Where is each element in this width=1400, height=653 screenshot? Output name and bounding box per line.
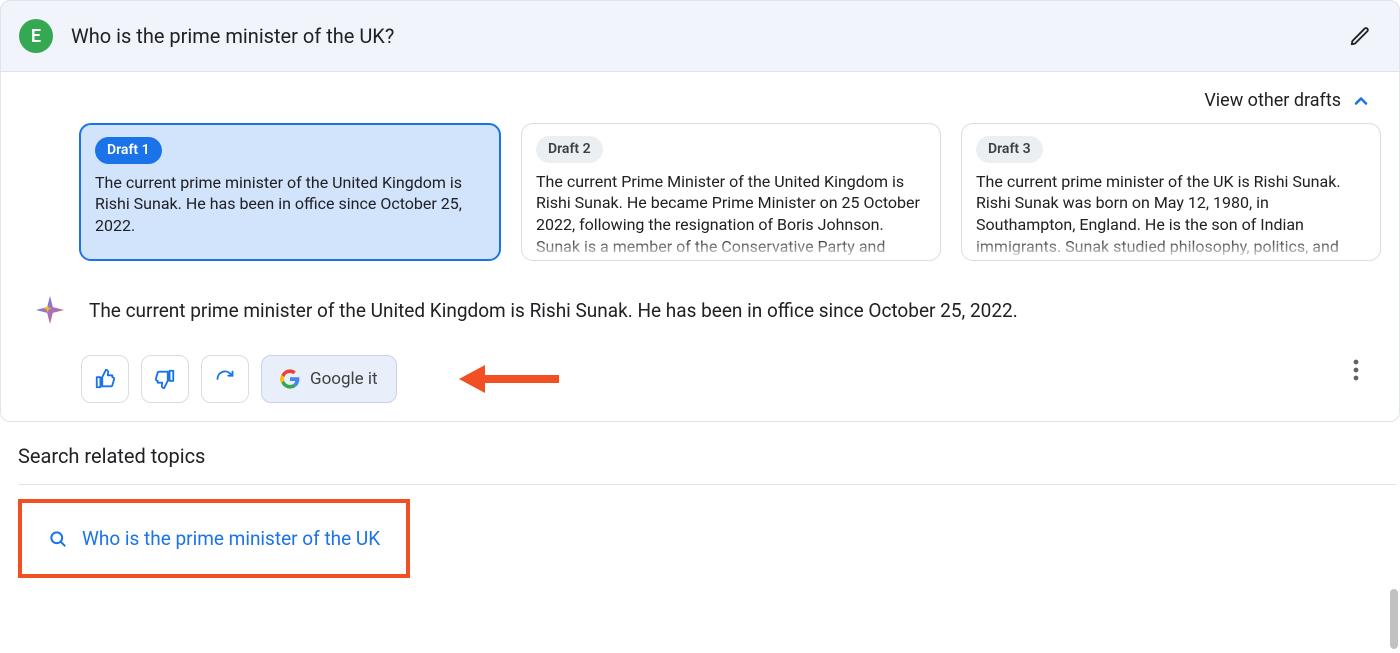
more-options-button[interactable] xyxy=(1341,355,1371,385)
chevron-up-icon xyxy=(1351,91,1371,111)
draft-body: The current Prime Minister of the United… xyxy=(536,171,926,261)
sparkle-icon xyxy=(33,293,67,327)
drafts-header-label: View other drafts xyxy=(1204,90,1341,111)
fade-overlay xyxy=(81,237,499,259)
related-search-link[interactable]: Who is the prime minister of the UK xyxy=(48,527,380,550)
prompt-bar: E Who is the prime minister of the UK? xyxy=(0,0,1400,72)
actions-row: Google it xyxy=(19,337,1381,403)
divider xyxy=(18,484,1396,485)
pencil-icon xyxy=(1349,25,1371,47)
draft-body: The current prime minister of the United… xyxy=(95,172,485,237)
edit-prompt-button[interactable] xyxy=(1343,19,1377,53)
scrollbar-thumb[interactable] xyxy=(1390,589,1398,649)
draft-card-1[interactable]: Draft 1 The current prime minister of th… xyxy=(79,123,501,261)
draft-chip: Draft 3 xyxy=(976,136,1043,163)
google-logo-icon xyxy=(280,369,300,389)
draft-chip: Draft 1 xyxy=(95,137,162,164)
thumbs-up-button[interactable] xyxy=(81,355,129,403)
related-section: Search related topics Who is the prime m… xyxy=(0,422,1400,578)
response-card: View other drafts Draft 1 The current pr… xyxy=(0,72,1400,422)
answer-text: The current prime minister of the United… xyxy=(89,293,1018,325)
answer-row: The current prime minister of the United… xyxy=(19,269,1381,337)
prompt-text: Who is the prime minister of the UK? xyxy=(71,24,394,48)
drafts-toggle[interactable]: View other drafts xyxy=(19,86,1381,123)
related-link-text: Who is the prime minister of the UK xyxy=(82,527,380,550)
thumbs-down-button[interactable] xyxy=(141,355,189,403)
thumbs-up-icon xyxy=(94,368,116,390)
refresh-icon xyxy=(215,369,235,389)
draft-chip: Draft 2 xyxy=(536,136,603,163)
drafts-row: Draft 1 The current prime minister of th… xyxy=(19,123,1381,269)
google-it-label: Google it xyxy=(310,369,378,389)
regenerate-button[interactable] xyxy=(201,355,249,403)
more-vertical-icon xyxy=(1353,359,1359,381)
annotation-arrow xyxy=(459,361,559,397)
google-it-button[interactable]: Google it xyxy=(261,355,397,403)
draft-card-2[interactable]: Draft 2 The current Prime Minister of th… xyxy=(521,123,941,261)
annotation-highlight-box: Who is the prime minister of the UK xyxy=(18,499,410,578)
thumbs-down-icon xyxy=(154,368,176,390)
related-heading: Search related topics xyxy=(18,444,1396,468)
search-icon xyxy=(48,529,68,549)
draft-body: The current prime minister of the UK is … xyxy=(976,171,1366,257)
user-avatar: E xyxy=(19,19,53,53)
draft-card-3[interactable]: Draft 3 The current prime minister of th… xyxy=(961,123,1381,261)
